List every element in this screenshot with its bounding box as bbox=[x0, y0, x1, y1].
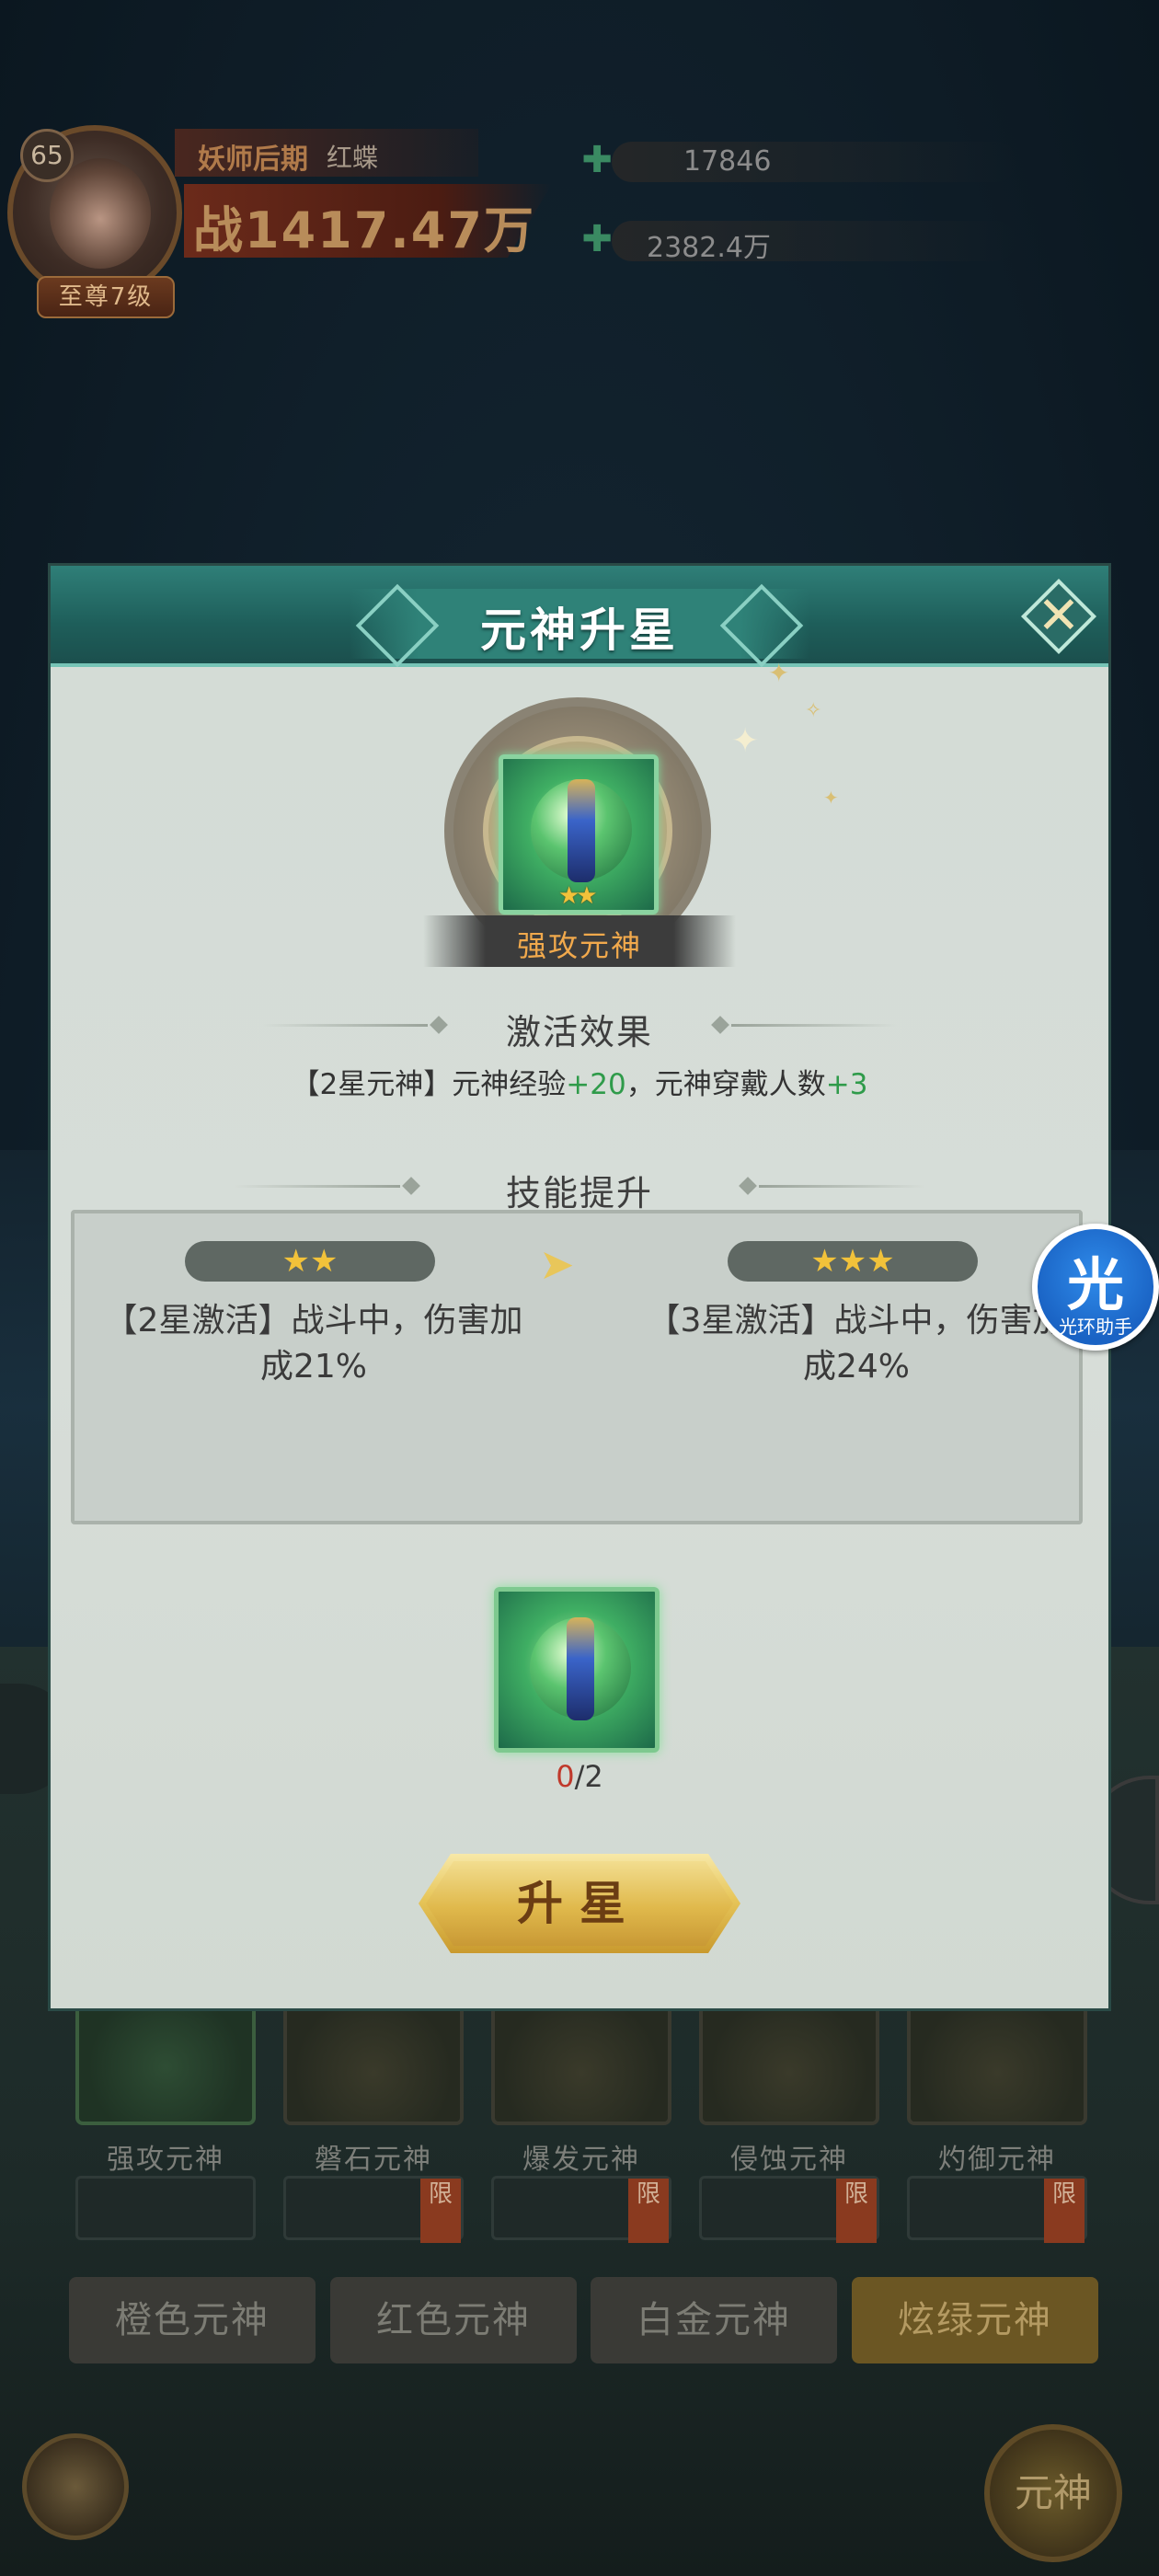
jade-icon: ✚ bbox=[581, 139, 613, 181]
sparkle-icon: ✦ bbox=[731, 722, 760, 760]
spirit-card-partial[interactable]: 限 bbox=[283, 2176, 464, 2243]
spirit-thumbnail bbox=[491, 1996, 671, 2125]
current-star-badge: ★★ bbox=[185, 1241, 435, 1282]
skill-upgrade-header: 技能提升 bbox=[51, 1159, 1108, 1214]
tab-dazzle-green-spirit[interactable]: 炫绿元神 bbox=[852, 2277, 1098, 2363]
activation-effect-text: 【2星元神】元神经验+20，元神穿戴人数+3 bbox=[51, 1061, 1108, 1102]
dialog-header: 元神升星 ✕ bbox=[51, 566, 1108, 667]
spirit-card[interactable]: 磐石元神 bbox=[283, 1996, 464, 2177]
currency-value: 17846 bbox=[683, 145, 772, 178]
assistant-label: 光环助手 bbox=[1059, 1316, 1132, 1338]
exp-bonus: +20 bbox=[566, 1068, 626, 1101]
limited-tag: 限 bbox=[628, 2179, 669, 2243]
currency-value: 2382.4万 bbox=[647, 232, 771, 264]
sparkle-icon: ✦ bbox=[768, 658, 790, 688]
current-skill-text: 【2星激活】战斗中，伤害加成21% bbox=[104, 1302, 523, 1386]
tab-platinum-spirit[interactable]: 白金元神 bbox=[591, 2277, 837, 2363]
skill-upgrade-title: 技能提升 bbox=[505, 1173, 653, 1213]
spirit-name: 爆发元神 bbox=[522, 2144, 640, 2176]
hero-spirit-name: 强攻元神 bbox=[516, 928, 642, 963]
material-current: 0 bbox=[556, 1759, 575, 1794]
skill-compare-box: ★★ ➤ ★★★ 【2星激活】战斗中，伤害加成21% 【3星激活】战斗中，伤害加… bbox=[71, 1210, 1083, 1524]
tab-orange-spirit[interactable]: 橙色元神 bbox=[69, 2277, 316, 2363]
back-swirl-button[interactable] bbox=[22, 2433, 129, 2540]
spirit-thumbnail bbox=[699, 1996, 879, 2125]
hero-star-rating: ★★ bbox=[558, 882, 598, 910]
assistant-float-button[interactable]: 光 光环助手 bbox=[1032, 1224, 1159, 1351]
material-spirit-icon[interactable] bbox=[494, 1587, 660, 1753]
currency-crystal[interactable]: ✚ 2382.4万 bbox=[575, 217, 1035, 265]
player-level: 65 bbox=[20, 129, 74, 182]
spirit-card[interactable]: 侵蚀元神 bbox=[699, 1996, 879, 2177]
divider-line bbox=[731, 1024, 897, 1027]
material-required: /2 bbox=[574, 1759, 603, 1794]
star-up-button[interactable]: 升星 bbox=[419, 1854, 740, 1953]
spirit-card-partial[interactable] bbox=[75, 2176, 256, 2240]
spirit-thumbnail bbox=[907, 1996, 1087, 2125]
spirit-card[interactable]: 强攻元神 bbox=[75, 1996, 256, 2177]
spirit-name: 侵蚀元神 bbox=[730, 2144, 848, 2176]
spirit-thumbnail bbox=[283, 1996, 464, 2125]
spirit-card[interactable]: 灼御元神 bbox=[907, 1996, 1087, 2177]
limited-tag: 限 bbox=[1044, 2179, 1084, 2243]
next-skill-text: 【3星激活】战斗中，伤害加成24% bbox=[647, 1302, 1066, 1386]
wear-bonus: +3 bbox=[825, 1068, 868, 1101]
player-name: 红蝶 bbox=[327, 143, 379, 173]
player-rank-title: 妖师后期 bbox=[198, 144, 308, 176]
close-button[interactable]: ✕ bbox=[1019, 577, 1098, 656]
star-upgrade-dialog: 元神升星 ✕ ✦ ✧ ✦ ✦ ★★ 强攻元神 激活效果 【2星元神】元神经验+2… bbox=[51, 566, 1108, 2008]
spirit-thumbnail bbox=[75, 1996, 256, 2125]
sparkle-effect: ✦ ✧ ✦ ✦ bbox=[713, 658, 878, 823]
vip-rank-plate: 至尊7级 bbox=[37, 276, 175, 318]
spirit-name: 磐石元神 bbox=[315, 2144, 432, 2176]
dialog-title: 元神升星 bbox=[480, 604, 679, 657]
crystal-icon: ✚ bbox=[581, 218, 613, 260]
activation-effect-title: 激活效果 bbox=[505, 1012, 653, 1052]
currency-jade[interactable]: ✚ 17846 bbox=[575, 138, 1035, 186]
spirit-tab-row: 橙色元神 红色元神 白金元神 炫绿元神 bbox=[69, 2277, 1099, 2363]
sparkle-icon: ✦ bbox=[823, 787, 839, 809]
activation-effect-header: 激活效果 bbox=[51, 998, 1108, 1053]
material-count: 0/2 bbox=[51, 1759, 1108, 1794]
spirit-card-partial[interactable]: 限 bbox=[491, 2176, 671, 2243]
spirit-name: 强攻元神 bbox=[107, 2144, 224, 2176]
divider-line bbox=[759, 1185, 924, 1188]
spirit-card-partial[interactable]: 限 bbox=[699, 2176, 879, 2243]
spirit-crest bbox=[567, 1617, 594, 1720]
spirit-name: 灼御元神 bbox=[938, 2144, 1056, 2176]
limited-tag: 限 bbox=[836, 2179, 877, 2243]
next-star-badge: ★★★ bbox=[728, 1241, 978, 1282]
hero-spirit-icon[interactable]: ★★ bbox=[499, 754, 659, 914]
spirit-card-partial[interactable]: 限 bbox=[907, 2176, 1087, 2243]
sparkle-icon: ✧ bbox=[805, 699, 822, 722]
combat-power: 战1417.47万 bbox=[193, 201, 535, 259]
assistant-logo-glyph: 光 bbox=[1066, 1251, 1124, 1318]
arrow-right-icon: ➤ bbox=[539, 1239, 575, 1289]
spirit-menu-button[interactable]: 元神 bbox=[984, 2424, 1122, 2562]
effect-mid: ，元神穿戴人数 bbox=[625, 1068, 826, 1101]
close-icon: ✕ bbox=[1037, 586, 1081, 646]
spirit-crest bbox=[568, 779, 595, 882]
tab-red-spirit[interactable]: 红色元神 bbox=[330, 2277, 577, 2363]
spirit-card[interactable]: 爆发元神 bbox=[491, 1996, 671, 2177]
effect-prefix: 【2星元神】元神经验 bbox=[291, 1068, 567, 1101]
limited-tag: 限 bbox=[420, 2179, 461, 2243]
star-up-button-label: 升星 bbox=[517, 1877, 642, 1930]
currency-bar bbox=[612, 142, 1016, 182]
